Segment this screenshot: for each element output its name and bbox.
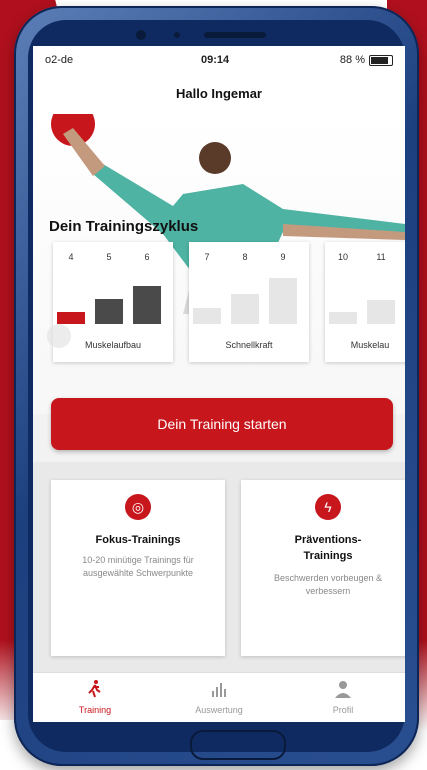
tile-title: Fokus-Trainings: [95, 534, 181, 546]
week-bar: [57, 312, 85, 324]
week-bar: [367, 300, 395, 324]
status-bar: o2-de 09:14 88 %: [33, 46, 405, 74]
home-button[interactable]: [190, 730, 286, 760]
tab-training[interactable]: Training: [33, 673, 157, 722]
tile-praeventions-trainings[interactable]: ϟ Präventions- Trainings Beschwerden vor…: [241, 480, 405, 656]
week-number: 11: [376, 252, 386, 262]
week-bar: [231, 294, 259, 324]
camera-icon: [136, 30, 146, 40]
tile-fokus-trainings[interactable]: ◎ Fokus-Trainings 10-20 minütige Trainin…: [51, 480, 225, 656]
bar-chart-icon: [212, 683, 226, 697]
week-bar: [95, 299, 123, 324]
start-training-button[interactable]: Dein Training starten: [51, 398, 393, 450]
phase-label: Muskelau: [350, 340, 390, 350]
app-screen: o2-de 09:14 88 % Hallo Ingemar Dein Trai…: [33, 46, 405, 722]
person-icon: [335, 681, 351, 698]
tile-description: 10-20 minütige Trainings für ausgewählte…: [82, 555, 194, 578]
battery-percent: 88 %: [339, 54, 365, 66]
tab-label: Training: [78, 705, 112, 715]
week-number: 8: [242, 252, 248, 262]
week-bar: [269, 278, 297, 324]
carrier-label: o2-de: [45, 54, 74, 66]
sensor-icon: [174, 32, 180, 38]
tab-label: Auswertung: [195, 705, 243, 715]
week-number: 10: [337, 252, 348, 262]
bolt-icon: ϟ: [315, 494, 341, 520]
tile-description: Beschwerden vorbeugen & verbessern: [273, 573, 383, 596]
runner-icon: [88, 680, 101, 698]
cycle-carousel[interactable]: 4 5 6 Muskelaufbau 7 8 9 Schnellkraft 10…: [53, 242, 405, 372]
cycle-card-schnellkraft[interactable]: 7 8 9 Schnellkraft: [189, 242, 309, 362]
week-number: 4: [68, 252, 74, 262]
week-number: 9: [280, 252, 286, 262]
phase-label: Muskelaufbau: [84, 340, 142, 350]
week-number: 5: [106, 252, 112, 262]
week-bar: [193, 308, 221, 324]
week-bar: [329, 312, 357, 324]
battery-icon: [369, 55, 393, 66]
speaker: [204, 32, 266, 38]
cycle-card-muskelaufbau[interactable]: 4 5 6 Muskelaufbau: [53, 242, 173, 362]
week-bar: [133, 286, 161, 324]
tab-auswertung[interactable]: Auswertung: [157, 673, 281, 722]
tab-bar: Training Auswertung Profil: [33, 672, 405, 722]
carousel-arrow-icon[interactable]: [47, 324, 71, 348]
cycle-card-muskelaufbau-2[interactable]: 10 11 Muskelau: [325, 242, 405, 362]
tile-title: Präventions- Trainings: [294, 534, 362, 562]
training-tiles: ◎ Fokus-Trainings 10-20 minütige Trainin…: [33, 462, 405, 672]
cycle-title: Dein Trainingszyklus: [49, 218, 199, 235]
page-title: Hallo Ingemar: [33, 74, 405, 114]
tab-label: Profil: [332, 705, 354, 715]
week-number: 7: [204, 252, 210, 262]
phase-label: Schnellkraft: [225, 340, 273, 350]
week-number: 6: [144, 252, 150, 262]
clock: 09:14: [201, 54, 230, 66]
tab-profil[interactable]: Profil: [281, 673, 405, 722]
target-icon: ◎: [125, 494, 151, 520]
